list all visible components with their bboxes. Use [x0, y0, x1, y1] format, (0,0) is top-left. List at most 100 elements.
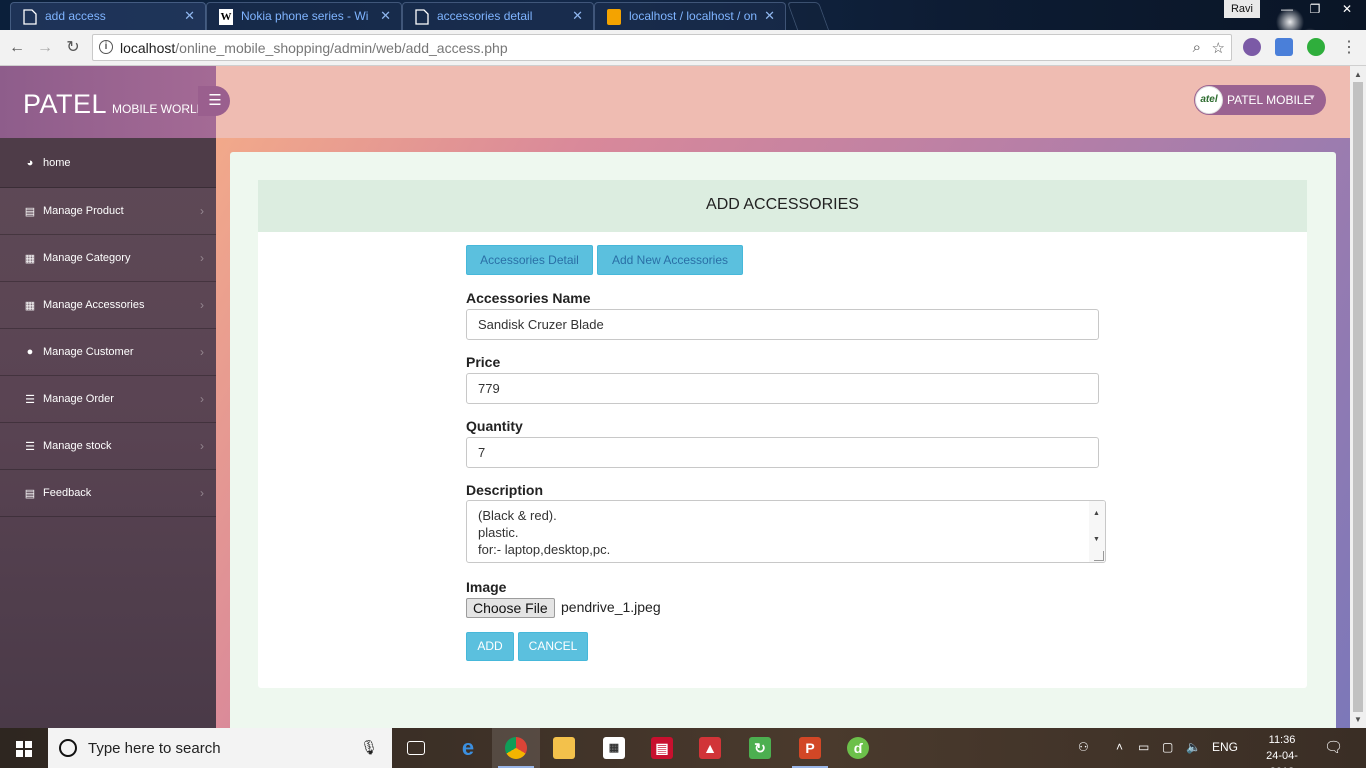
- sidebar-item-manage-stock[interactable]: ☰ Manage stock ›: [0, 423, 216, 470]
- book-icon: ▤: [24, 487, 36, 500]
- brand-name: PATEL: [23, 89, 108, 119]
- hamburger-menu-icon[interactable]: ☰: [198, 86, 230, 116]
- bookmark-star-icon[interactable]: ☆: [1212, 39, 1225, 57]
- close-window-icon[interactable]: ✕: [1332, 0, 1362, 18]
- file-explorer-icon[interactable]: [540, 728, 588, 768]
- sidebar-item-label: Manage Product: [43, 205, 124, 217]
- volume-icon[interactable]: 🔈: [1186, 740, 1201, 754]
- language-indicator[interactable]: ENG: [1212, 740, 1238, 754]
- scrollbar-thumb[interactable]: [1353, 82, 1363, 712]
- chevron-right-icon: ›: [200, 345, 204, 359]
- sync-app-icon[interactable]: ↻: [736, 728, 784, 768]
- content-panel: ADD ACCESSORIES Accessories Detail Add N…: [230, 152, 1336, 728]
- battery-icon[interactable]: ▭: [1138, 740, 1149, 754]
- taskbar-search-box[interactable]: Type here to search 🎙: [48, 728, 392, 768]
- grid-icon: ▦: [24, 299, 36, 312]
- people-icon[interactable]: ⚇: [1078, 740, 1089, 754]
- restore-icon[interactable]: ❐: [1300, 0, 1330, 18]
- microphone-icon[interactable]: 🎙: [360, 739, 378, 756]
- edge-icon[interactable]: e: [444, 728, 492, 768]
- minimize-icon[interactable]: —: [1272, 0, 1302, 18]
- sidebar-item-manage-category[interactable]: ▦ Manage Category ›: [0, 235, 216, 282]
- browser-tab-add-access[interactable]: add access ✕: [10, 2, 206, 30]
- browser-tab-nokia[interactable]: W Nokia phone series - Wi ✕: [206, 2, 402, 30]
- browser-tab-accessories-detail[interactable]: accessories detail ✕: [402, 2, 594, 30]
- task-view-icon[interactable]: [392, 728, 440, 768]
- chevron-right-icon: ›: [200, 298, 204, 312]
- resize-handle-icon[interactable]: [1094, 551, 1104, 561]
- sidebar-item-label: Manage Order: [43, 393, 114, 405]
- windows-logo-icon: [16, 741, 32, 757]
- notifications-icon[interactable]: 🗨: [1324, 738, 1343, 756]
- clock-date: 24-04-2018: [1266, 750, 1298, 778]
- user-menu-button[interactable]: atel PATEL MOBILE ▼: [1194, 85, 1326, 115]
- translate-extension-icon[interactable]: [1275, 38, 1293, 56]
- brand[interactable]: PATEL MOBILE WORLD: [0, 66, 216, 138]
- profile-name[interactable]: Ravi: [1224, 0, 1260, 18]
- sidebar-item-manage-accessories[interactable]: ▦ Manage Accessories ›: [0, 282, 216, 329]
- chevron-right-icon: ›: [200, 392, 204, 406]
- sidebar-item-feedback[interactable]: ▤ Feedback ›: [0, 470, 216, 517]
- scroll-down-icon[interactable]: ▼: [1354, 715, 1362, 724]
- add-accessories-box: ADD ACCESSORIES Accessories Detail Add N…: [258, 180, 1307, 688]
- choose-file-button[interactable]: Choose File: [466, 598, 555, 618]
- scroll-up-icon[interactable]: ▲: [1354, 70, 1362, 79]
- user-name: PATEL MOBILE: [1227, 93, 1312, 107]
- forward-arrow-icon[interactable]: →: [34, 37, 56, 59]
- clock[interactable]: 11:36 24-04-2018: [1258, 732, 1306, 780]
- page-title: ADD ACCESSORIES: [258, 180, 1307, 232]
- wikipedia-icon: W: [219, 9, 233, 25]
- tab-title: localhost / localhost / on: [629, 9, 758, 23]
- image-label: Image: [466, 579, 507, 595]
- quantity-label: Quantity: [466, 418, 523, 434]
- brand-subtitle: MOBILE WORLD: [112, 102, 206, 116]
- price-input[interactable]: 779: [466, 373, 1099, 404]
- description-textarea[interactable]: (Black & red). plastic. for:- laptop,des…: [466, 500, 1106, 563]
- price-label: Price: [466, 354, 501, 370]
- zoom-icon[interactable]: ⌕: [1193, 39, 1201, 56]
- viber-extension-icon[interactable]: [1243, 38, 1261, 56]
- start-button[interactable]: [0, 728, 48, 768]
- caret-down-icon: ▼: [1308, 93, 1316, 102]
- show-hidden-icons-icon[interactable]: ˄: [1116, 740, 1123, 754]
- browser-tab-strip: add access ✕ W Nokia phone series - Wi ✕…: [0, 0, 1366, 30]
- store-icon[interactable]: ▦: [590, 728, 638, 768]
- reload-icon[interactable]: ↻: [62, 37, 84, 59]
- selected-file-name: pendrive_1.jpeg: [561, 599, 661, 615]
- sidebar-item-manage-product[interactable]: ▤ Manage Product ›: [0, 188, 216, 235]
- avatar: atel: [1195, 86, 1223, 114]
- chrome-icon[interactable]: [492, 728, 540, 768]
- browser-tab-phpmyadmin[interactable]: localhost / localhost / on ✕: [594, 2, 786, 30]
- list-icon: ☰: [25, 440, 35, 453]
- page-scrollbar[interactable]: ▲ ▼: [1350, 66, 1366, 728]
- back-arrow-icon[interactable]: ←: [6, 37, 28, 59]
- close-icon[interactable]: ✕: [764, 8, 775, 24]
- chevron-right-icon: ›: [200, 486, 204, 500]
- address-bar[interactable]: i localhost/online_mobile_shopping/admin…: [92, 34, 1232, 61]
- sidebar: PATEL MOBILE WORLD ◕ home ▤ Manage Produ…: [0, 66, 216, 728]
- sidebar-item-home[interactable]: ◕ home: [0, 138, 216, 188]
- close-icon[interactable]: ✕: [380, 8, 391, 24]
- accessories-name-input[interactable]: Sandisk Cruzer Blade: [466, 309, 1099, 340]
- dashboard-icon: ◕: [26, 156, 34, 169]
- add-new-accessories-button[interactable]: Add New Accessories: [597, 245, 743, 275]
- dreamweaver-icon[interactable]: ɗ: [834, 728, 882, 768]
- powerpoint-icon[interactable]: P: [786, 728, 834, 768]
- web-page: PATEL MOBILE WORLD ◕ home ▤ Manage Produ…: [0, 66, 1350, 728]
- accessories-detail-button[interactable]: Accessories Detail: [466, 245, 593, 275]
- menu-kebab-icon[interactable]: ⋮: [1338, 37, 1360, 59]
- content-area: ADD ACCESSORIES Accessories Detail Add N…: [216, 138, 1350, 728]
- sidebar-item-manage-customer[interactable]: ● Manage Customer ›: [0, 329, 216, 376]
- add-button[interactable]: ADD: [466, 632, 514, 661]
- url-text[interactable]: localhost/online_mobile_shopping/admin/w…: [120, 40, 508, 56]
- document-app-icon[interactable]: ▲: [686, 728, 734, 768]
- quantity-input[interactable]: 7: [466, 437, 1099, 468]
- info-icon[interactable]: i: [99, 40, 113, 54]
- close-icon[interactable]: ✕: [572, 8, 583, 24]
- reader-icon[interactable]: ▤: [638, 728, 686, 768]
- cancel-button[interactable]: CANCEL: [518, 632, 588, 661]
- check-extension-icon[interactable]: [1307, 38, 1325, 56]
- network-icon[interactable]: ▢: [1162, 740, 1173, 754]
- sidebar-item-manage-order[interactable]: ☰ Manage Order ›: [0, 376, 216, 423]
- close-icon[interactable]: ✕: [184, 8, 195, 24]
